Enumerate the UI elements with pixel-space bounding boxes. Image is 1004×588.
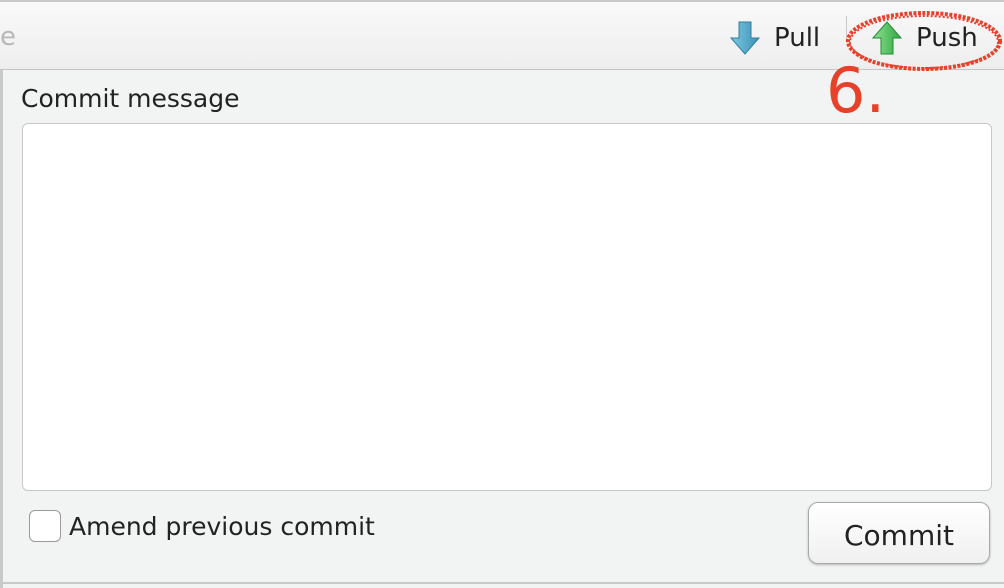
push-label: Push xyxy=(916,23,978,53)
commit-panel: Commit message Amend previous commit Com… xyxy=(0,70,1004,588)
bottom-border xyxy=(0,582,1004,584)
amend-label: Amend previous commit xyxy=(69,511,375,541)
pull-label: Pull xyxy=(774,23,821,53)
pull-button[interactable]: Pull xyxy=(730,16,820,60)
push-button[interactable]: Push xyxy=(872,16,978,60)
amend-checkbox[interactable] xyxy=(29,510,61,542)
toolbar-truncated-text: e xyxy=(0,22,16,52)
commit-message-input[interactable] xyxy=(22,123,992,491)
arrow-down-icon xyxy=(730,20,760,56)
amend-row: Amend previous commit xyxy=(29,510,375,542)
commit-button[interactable]: Commit xyxy=(808,502,990,564)
arrow-up-icon xyxy=(872,20,902,56)
commit-message-label: Commit message xyxy=(21,84,240,113)
toolbar-separator xyxy=(846,16,847,42)
git-commit-window: e Pull Push 6. Commit message Amend prev… xyxy=(0,0,1004,588)
